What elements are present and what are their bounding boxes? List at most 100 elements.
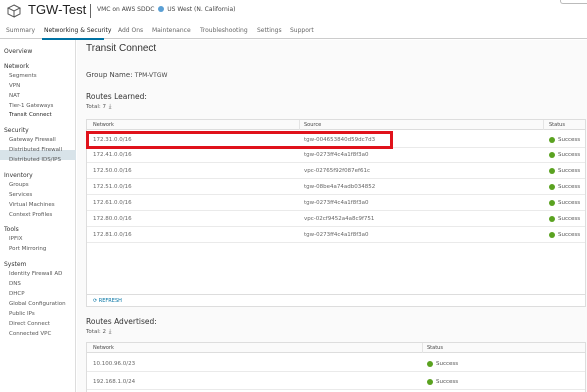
route-network: 172.81.0.0/16: [93, 232, 132, 238]
sidebar-item-context-profiles[interactable]: Context Profiles: [9, 212, 52, 218]
route-status: Success: [558, 232, 581, 238]
column-header-status[interactable]: Status: [549, 122, 565, 128]
route-source: vpc-02cf9452a4a8c9f751: [304, 216, 375, 222]
sidebar-item-connected-vpc[interactable]: Connected VPC: [9, 331, 51, 337]
column-header-network[interactable]: Network: [93, 345, 114, 351]
column-divider: [299, 120, 300, 130]
routes-learned-count: Total: 7: [86, 104, 106, 110]
page-title: Transit Connect: [86, 43, 157, 54]
sidebar-item-public-ips[interactable]: Public IPs: [9, 311, 35, 317]
success-status-icon: [549, 232, 555, 238]
title-divider: [90, 4, 91, 18]
routes-advertised-total: Total: 2 ⤓: [86, 328, 111, 336]
refresh-button[interactable]: ⟳ REFRESH: [93, 298, 122, 304]
table-header: Network Source Status: [87, 120, 585, 130]
column-header-status[interactable]: Status: [427, 345, 443, 351]
table-row: 172.41.0.0/16 tgw-0273ff4c4a1f8f3a0 Succ…: [87, 148, 585, 163]
sidebar-section-inventory: Inventory: [4, 172, 33, 179]
route-status: Success: [558, 152, 581, 158]
download-icon[interactable]: ⤓: [109, 103, 112, 111]
route-network: 10.100.96.0/23: [93, 361, 136, 367]
route-source: tgw-0273ff4c4a1f8f3a0: [304, 200, 369, 206]
sidebar-item-identity-firewall-ad[interactable]: Identity Firewall AD: [9, 271, 62, 277]
download-icon[interactable]: ⤓: [109, 328, 112, 336]
route-source: tgw-08be4a74adb034852: [304, 184, 376, 190]
sidebar-item-distributed-firewall[interactable]: Distributed Firewall: [9, 147, 62, 153]
sidebar-item-port-mirroring[interactable]: Port Mirroring: [9, 246, 46, 252]
success-status-icon: [549, 137, 555, 143]
group-name-label: Group Name:: [86, 71, 133, 79]
sddc-name: TGW-Test: [28, 2, 87, 17]
group-name-value: TPM-VTGW: [134, 72, 168, 79]
sidebar-item-gateway-firewall[interactable]: Gateway Firewall: [9, 137, 56, 143]
tab-summary[interactable]: Summary: [6, 27, 35, 34]
sddc-type: VMC on AWS SDDC: [97, 6, 155, 13]
tab-support[interactable]: Support: [290, 27, 314, 34]
group-name: Group Name: TPM-VTGW: [86, 71, 167, 79]
routes-learned-title: Routes Learned:: [86, 92, 147, 101]
table-row: 172.51.0.0/16 tgw-08be4a74adb034852 Succ…: [87, 180, 585, 195]
refresh-label: REFRESH: [98, 298, 122, 304]
routes-advertised-table: Network Status 10.100.96.0/23 Success 19…: [86, 342, 586, 392]
route-network: 172.41.0.0/16: [93, 152, 132, 158]
sidebar-item-global-configuration[interactable]: Global Configuration: [9, 301, 66, 307]
routes-learned-total: Total: 7 ⤓: [86, 103, 111, 111]
actions-menu-button[interactable]: [560, 0, 587, 4]
route-network: 172.50.0.0/16: [93, 168, 132, 174]
sddc-subtitle: VMC on AWS SDDC US West (N. California): [97, 6, 236, 13]
tab-troubleshooting[interactable]: Troubleshooting: [200, 27, 248, 34]
success-status-icon: [427, 361, 433, 367]
sidebar-item-vpn[interactable]: VPN: [9, 83, 20, 89]
header-bar: TGW-Test VMC on AWS SDDC US West (N. Cal…: [0, 0, 587, 26]
success-status-icon: [549, 216, 555, 222]
main-content: Transit Connect Group Name: TPM-VTGW Rou…: [77, 40, 587, 392]
column-divider: [543, 120, 544, 130]
sidebar-item-direct-connect[interactable]: Direct Connect: [9, 321, 50, 327]
route-status: Success: [558, 184, 581, 190]
sidebar-item-overview[interactable]: Overview: [4, 48, 32, 55]
success-status-icon: [427, 379, 433, 385]
route-status: Success: [558, 200, 581, 206]
route-network: 172.61.0.0/16: [93, 200, 132, 206]
tab-maintenance[interactable]: Maintenance: [152, 27, 191, 34]
sidebar-item-virtual-machines[interactable]: Virtual Machines: [9, 202, 55, 208]
sidebar-item-distributed-ids-ips[interactable]: Distributed IDS/IPS: [9, 157, 61, 163]
sddc-icon: [7, 4, 21, 18]
sidebar-item-services[interactable]: Services: [9, 192, 32, 198]
table-row: 10.100.96.0/23 Success: [87, 357, 585, 372]
routes-advertised-title: Routes Advertised:: [86, 317, 157, 326]
sidebar-item-tier1-gateways[interactable]: Tier-1 Gateways: [9, 103, 53, 109]
route-source: vpc-02765f92f087ef61c: [304, 168, 370, 174]
tab-settings[interactable]: Settings: [257, 27, 282, 34]
sddc-region: US West (N. California): [167, 6, 236, 13]
tab-networking-security[interactable]: Networking & Security: [44, 27, 111, 34]
table-header: Network Status: [87, 343, 585, 353]
routes-advertised-count: Total: 2: [86, 329, 106, 335]
sidebar-item-ipfix[interactable]: IPFIX: [9, 236, 23, 242]
success-status-icon: [549, 184, 555, 190]
success-status-icon: [549, 152, 555, 158]
route-source: tgw-0273ff4c4a1f8f3a0: [304, 232, 369, 238]
column-header-source[interactable]: Source: [304, 122, 321, 128]
sidebar-item-dhcp[interactable]: DHCP: [9, 291, 25, 297]
table-row: 172.81.0.0/16 tgw-0273ff4c4a1f8f3a0 Succ…: [87, 228, 585, 243]
sidebar-item-nat[interactable]: NAT: [9, 93, 20, 99]
table-row: 172.80.0.0/16 vpc-02cf9452a4a8c9f751 Suc…: [87, 212, 585, 227]
sidebar: Overview Network Segments VPN NAT Tier-1…: [0, 40, 76, 392]
sidebar-item-groups[interactable]: Groups: [9, 182, 29, 188]
sidebar-section-network: Network: [4, 63, 30, 70]
sidebar-item-dns[interactable]: DNS: [9, 281, 21, 287]
sddc-tabs: Summary Networking & Security Add Ons Ma…: [0, 24, 587, 39]
table-row: 192.168.1.0/24 Success: [87, 375, 585, 390]
route-status: Success: [436, 379, 459, 385]
column-header-network[interactable]: Network: [93, 122, 114, 128]
refresh-icon: ⟳: [93, 298, 98, 304]
tab-add-ons[interactable]: Add Ons: [118, 27, 143, 34]
sidebar-item-transit-connect[interactable]: Transit Connect: [9, 112, 52, 118]
success-status-icon: [549, 200, 555, 206]
app-window: TGW-Test VMC on AWS SDDC US West (N. Cal…: [0, 0, 587, 392]
table-row: 172.50.0.0/16 vpc-02765f92f087ef61c Succ…: [87, 164, 585, 179]
sidebar-section-tools: Tools: [4, 226, 19, 233]
sidebar-item-segments[interactable]: Segments: [9, 73, 37, 79]
route-network: 172.80.0.0/16: [93, 216, 132, 222]
